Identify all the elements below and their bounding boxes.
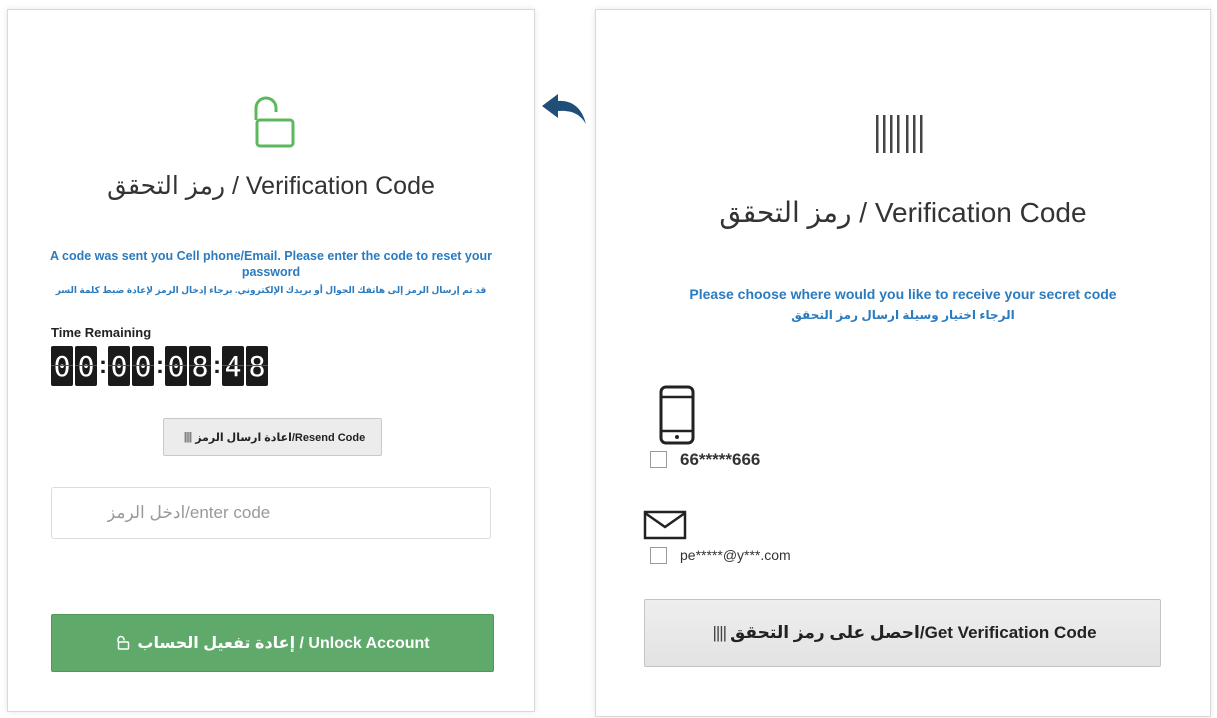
choose-method-panel: رمز التحقق / Verification Code Please ch… (595, 9, 1211, 717)
email-option-checkbox[interactable] (650, 547, 667, 564)
time-remaining-label: Time Remaining (51, 325, 152, 340)
instruction-text-ar: الرجاء اختيار وسيلة ارسال رمز التحقق (791, 308, 1015, 322)
page-title: رمز التحقق / Verification Code (719, 197, 1087, 228)
resend-code-label: اعادة ارسال الرمز/Resend Code (195, 431, 366, 444)
instruction-text-en: Please choose where would you like to re… (689, 286, 1117, 302)
timer-digit: 8 (189, 346, 211, 386)
verify-code-panel: رمز التحقق / Verification Code A code wa… (7, 9, 535, 712)
back-arrow-icon[interactable] (540, 88, 590, 128)
barcode-icon (876, 115, 923, 153)
phone-icon (659, 385, 695, 445)
timer-digit: 4 (222, 346, 244, 386)
phone-option-label: 66*****666 (680, 450, 761, 469)
timer-digit: 0 (75, 346, 97, 386)
email-option-label: pe*****@y***.com (680, 547, 791, 563)
timer-digit: 0 (108, 346, 130, 386)
countdown-timer: 0 0 : 0 0 : 0 8 : 4 8 (51, 345, 270, 387)
phone-option-checkbox[interactable] (650, 451, 667, 468)
page-title: رمز التحقق / Verification Code (107, 172, 435, 200)
instruction-text-en: A code was sent you Cell phone/Email. Pl… (49, 249, 493, 279)
code-input[interactable] (51, 487, 491, 539)
resend-code-button[interactable]: |||| اعادة ارسال الرمز/Resend Code (163, 418, 382, 456)
unlock-icon (254, 96, 295, 148)
instruction-text-ar: قد تم إرسال الرمز إلى هاتفك الجوال أو بر… (55, 285, 487, 295)
timer-digit: 8 (246, 346, 268, 386)
timer-digit: 0 (51, 346, 73, 386)
unlock-account-button[interactable]: إعادة تفعيل الحساب / Unlock Account (51, 614, 494, 672)
get-verification-code-button[interactable]: |||| احصل على رمز التحقق/Get Verificatio… (644, 599, 1161, 667)
barcode-icon: |||| (183, 431, 193, 443)
barcode-icon: |||| (712, 623, 727, 642)
timer-digit: 0 (165, 346, 187, 386)
get-verification-code-label: احصل على رمز التحقق/Get Verification Cod… (730, 623, 1097, 642)
unlock-icon (117, 635, 130, 650)
mail-icon (643, 510, 687, 540)
timer-digit: 0 (132, 346, 154, 386)
unlock-account-label: إعادة تفعيل الحساب / Unlock Account (137, 635, 430, 652)
timer-separator: : (156, 352, 164, 379)
timer-separator: : (99, 352, 107, 379)
timer-separator: : (213, 352, 221, 379)
